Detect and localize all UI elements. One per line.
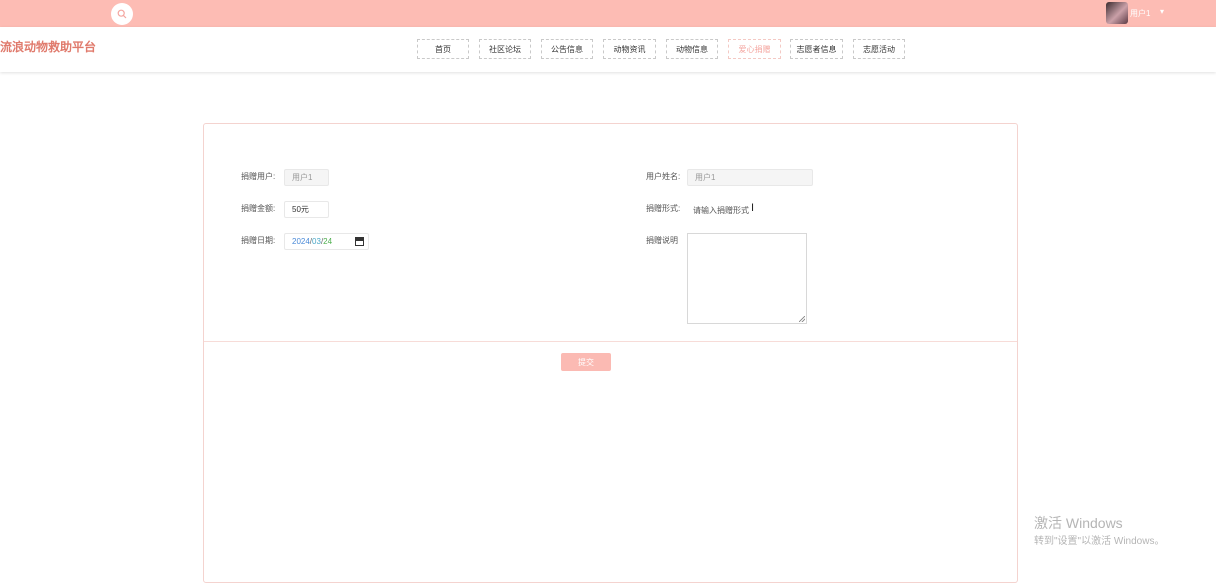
date-year: 2024 <box>292 237 310 246</box>
donation-form-type-input[interactable]: 请输入捐赠形式 <box>693 205 749 216</box>
search-icon <box>117 9 127 19</box>
user-name-input[interactable]: 用户1 <box>687 169 813 186</box>
resize-handle-icon[interactable] <box>799 316 805 322</box>
nav-donation[interactable]: 爱心捐赠 <box>728 39 781 59</box>
amount-input[interactable]: 50元 <box>284 201 329 218</box>
form-divider <box>204 341 1017 342</box>
nav-animal-news[interactable]: 动物资讯 <box>603 39 656 59</box>
date-input[interactable]: 2024/03/24 <box>284 233 369 250</box>
nav-volunteer-activities[interactable]: 志愿活动 <box>853 39 905 59</box>
chevron-down-icon[interactable]: ▾ <box>1160 7 1164 16</box>
windows-activation-subtitle: 转到"设置"以激活 Windows。 <box>1034 536 1165 547</box>
date-month: 03 <box>312 237 321 246</box>
description-textarea[interactable] <box>687 233 807 324</box>
donor-user-label: 捐赠用户: <box>241 172 276 181</box>
date-label: 捐赠日期: <box>241 236 276 245</box>
site-title[interactable]: 流浪动物救助平台 <box>0 38 96 55</box>
search-button[interactable] <box>111 3 133 25</box>
calendar-icon[interactable] <box>355 237 364 246</box>
nav-announcements[interactable]: 公告信息 <box>541 39 593 59</box>
donation-form-type-label: 捐赠形式: <box>646 204 681 213</box>
donation-form: 捐赠用户: 用户1 用户姓名: 用户1 捐赠金额: 50元 捐赠形式: 请输入捐… <box>203 123 1018 583</box>
top-bar: 用户1 ▾ <box>0 0 1216 27</box>
nav-animal-info[interactable]: 动物信息 <box>666 39 718 59</box>
nav-home[interactable]: 首页 <box>417 39 469 59</box>
avatar[interactable] <box>1106 2 1128 24</box>
text-cursor-icon: I <box>751 202 755 214</box>
date-day: 24 <box>323 237 333 246</box>
submit-button[interactable]: 提交 <box>561 353 611 371</box>
header: 流浪动物救助平台 首页 社区论坛 公告信息 动物资讯 动物信息 爱心捐赠 志愿者… <box>0 27 1216 72</box>
donor-user-input[interactable]: 用户1 <box>284 169 329 186</box>
user-name-label: 用户姓名: <box>646 172 681 181</box>
amount-label: 捐赠金额: <box>241 204 276 213</box>
nav-volunteer-info[interactable]: 志愿者信息 <box>790 39 843 59</box>
user-name[interactable]: 用户1 <box>1130 8 1150 19</box>
windows-activation-title: 激活 Windows <box>1034 515 1123 531</box>
nav-community-forum[interactable]: 社区论坛 <box>479 39 531 59</box>
description-label: 捐赠说明 <box>646 236 678 245</box>
